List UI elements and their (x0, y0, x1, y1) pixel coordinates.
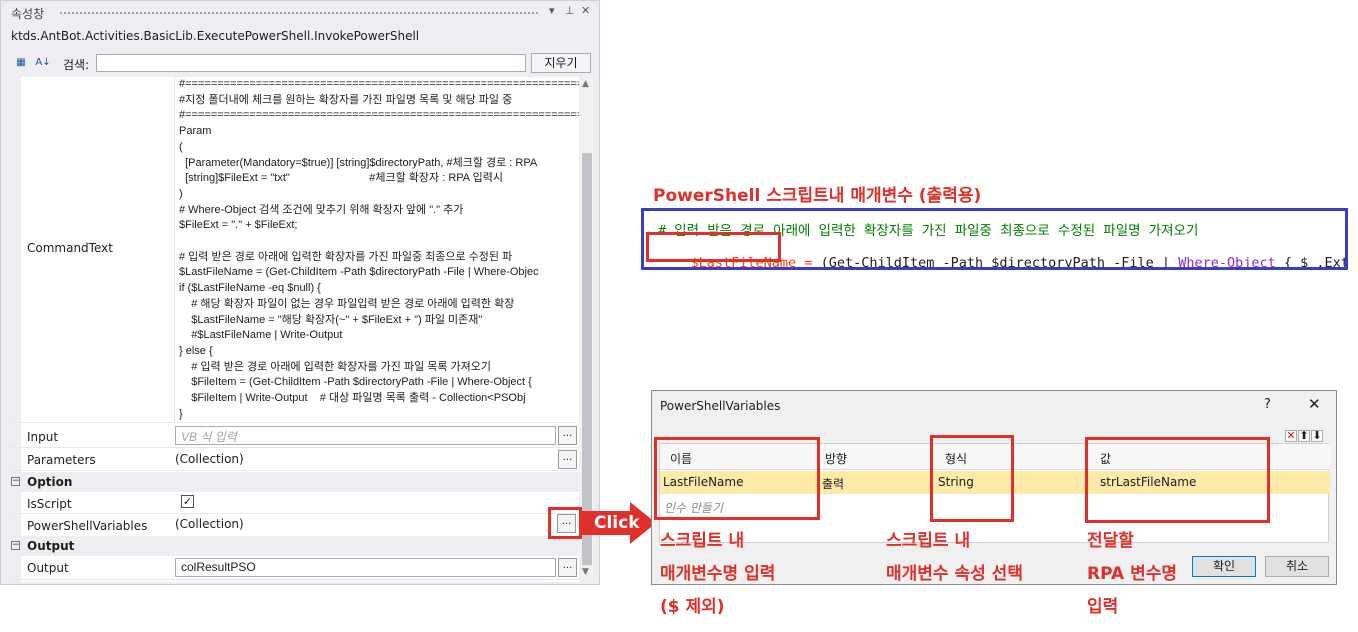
code-line: } else { (179, 344, 213, 357)
search-input[interactable] (96, 54, 526, 72)
cell-direction[interactable]: 출력 (822, 475, 844, 492)
categorized-view-icon[interactable]: ▦ (11, 54, 31, 72)
isscript-checkbox[interactable]: ✓ (181, 495, 194, 508)
property-label-parameters: Parameters (27, 453, 96, 467)
code-line: if ($LastFileName -eq $null) { (179, 282, 321, 295)
alphabetical-sort-icon[interactable]: A↓ (33, 54, 53, 72)
help-icon[interactable]: ? (1264, 397, 1271, 412)
code-line: [Parameter(Mandatory=$true)] [string]$di… (179, 156, 538, 169)
note-value-line2: RPA 변수명 (1087, 564, 1177, 584)
note-value-line3: 입력 (1087, 597, 1119, 617)
code-line: #=======================================… (179, 78, 579, 90)
delete-row-icon[interactable]: ✕ (1285, 430, 1297, 442)
code-line: $LastFileName = (Get-ChildItem -Path $di… (179, 266, 539, 279)
property-row-commandtext: CommandText #===========================… (9, 77, 579, 423)
highlight-box-variable (646, 232, 781, 262)
column-divider (174, 77, 175, 423)
property-label-psvariables: PowerShellVariables (27, 519, 148, 533)
code-line: $FileItem | Write-Output # 대상 파일명 목록 출력 … (179, 392, 526, 405)
code-line: ) (179, 187, 183, 200)
psvariables-value: (Collection) (175, 517, 244, 531)
snippet-code-part: (Get-ChildItem -Path $directoryPath -Fil… (812, 255, 1179, 270)
click-label: Click (594, 513, 640, 533)
note-name-line3: ($ 제외) (660, 597, 725, 617)
highlight-box-value-column (1085, 437, 1270, 523)
code-line: # Where-Object 검색 조건에 맞추기 위해 확장자 앞에 "." … (179, 203, 464, 216)
collapse-icon[interactable]: − (11, 541, 20, 550)
highlight-box-type-column (930, 435, 1014, 522)
input-ellipsis-button[interactable]: ... (558, 426, 577, 445)
panel-title: 속성창 (11, 7, 45, 21)
collapse-icon[interactable]: − (11, 477, 20, 486)
code-line: # 입력 받은 경로 아래에 입력한 확장자를 가진 파일 목록 가져오기 (179, 360, 492, 373)
property-label-isscript: IsScript (27, 497, 72, 511)
code-line: ( (179, 140, 183, 153)
category-output-label: Output (27, 539, 75, 553)
note-type-line2: 매개변수 속성 선택 (886, 564, 1023, 584)
code-line: [string]$FileExt = "txt" #체크할 확장자 : RPA … (179, 172, 503, 185)
scroll-up-icon[interactable]: ▲ (582, 79, 589, 89)
category-option[interactable]: − Option (9, 472, 579, 492)
scroll-down-icon[interactable]: ▼ (582, 567, 589, 577)
note-value-line1: 전달할 (1087, 531, 1134, 551)
property-row-parameters: Parameters (Collection) ... (9, 449, 579, 471)
property-row-isscript: IsScript ✓ (9, 492, 579, 514)
move-up-icon[interactable]: ⬆ (1298, 430, 1310, 442)
command-text-editor[interactable]: #=======================================… (179, 77, 579, 422)
property-label-output: Output (27, 561, 69, 575)
output-ellipsis-button[interactable]: ... (558, 558, 577, 577)
output-field[interactable]: colResultPSO (175, 558, 556, 577)
pin-icon[interactable]: ⊥ (565, 4, 575, 17)
search-label: 검색: (63, 58, 90, 72)
column-header-direction: 방향 (825, 452, 848, 466)
code-line: #=======================================… (179, 109, 579, 122)
note-type-line1: 스크립트 내 (886, 531, 971, 551)
property-label-input: Input (27, 430, 59, 444)
code-line: # 해당 확장자 파일이 없는 경우 파일입력 받은 경로 아래에 입력한 확장 (179, 297, 515, 310)
row-toolbar: ✕ ⬆ ⬇ (1284, 429, 1323, 442)
snippet-where-object: Where-Object (1178, 255, 1276, 270)
property-row-output: Output colResultPSO ... (9, 556, 579, 580)
activity-class-name: ktds.AntBot.Activities.BasicLib.ExecuteP… (11, 29, 420, 43)
category-output[interactable]: − Output (9, 536, 579, 556)
code-line: #$LastFileName | Write-Output (179, 329, 343, 342)
property-row-psvariables: PowerShellVariables (Collection) (9, 514, 579, 538)
code-line: #지정 폴더내에 체크를 원하는 확장자를 가진 파일명 목록 및 해당 파일 … (179, 93, 513, 106)
parameters-ellipsis-button[interactable]: ... (558, 450, 577, 469)
parameters-value: (Collection) (175, 452, 244, 466)
ok-button[interactable]: 확인 (1192, 556, 1256, 577)
property-grid: CommandText #===========================… (9, 77, 579, 582)
clear-button[interactable]: 지우기 (531, 53, 591, 73)
property-label-commandtext: CommandText (27, 241, 113, 255)
code-line: $LastFileName = "해당 확장자(~" + $FileExt + … (179, 313, 483, 326)
dialog-title: PowerShellVariables (660, 399, 781, 413)
code-line: } (179, 407, 183, 420)
category-option-label: Option (27, 475, 73, 489)
property-toolbar: ▦ A↓ 검색: 지우기 (1, 51, 599, 75)
cancel-button[interactable]: 취소 (1265, 556, 1329, 577)
note-name-line1: 스크립트 내 (660, 531, 745, 551)
highlight-box-name-column (654, 437, 820, 520)
dialog-close-icon[interactable]: ✕ (1308, 395, 1321, 413)
code-line: # 입력 받은 경로 아래에 입력한 확장자를 가진 파일중 최종으로 수정된 … (179, 250, 513, 263)
titlebar-grip[interactable] (59, 11, 539, 16)
property-row-input: Input VB 식 입력 ... (9, 424, 579, 448)
code-line: $FileExt = "." + $FileExt; (179, 219, 298, 232)
input-field[interactable]: VB 식 입력 (175, 426, 556, 445)
psvariables-ellipsis-button[interactable]: ... (557, 514, 576, 533)
code-line: Param (179, 125, 212, 138)
properties-panel: 속성창 ▾ ⊥ ✕ ktds.AntBot.Activities.BasicLi… (0, 0, 600, 585)
panel-titlebar: 속성창 ▾ ⊥ ✕ (1, 1, 599, 23)
close-icon[interactable]: ✕ (581, 4, 590, 17)
note-name-line2: 매개변수명 입력 (660, 564, 776, 584)
annotation-title: PowerShell 스크립트내 매개변수 (출력용) (653, 186, 982, 206)
move-down-icon[interactable]: ⬇ (1311, 430, 1323, 442)
dropdown-arrow-icon[interactable]: ▾ (549, 4, 555, 17)
snippet-code-tail: { $_.Extension (1283, 255, 1348, 270)
code-line: $FileItem = (Get-ChildItem -Path $direct… (179, 376, 532, 389)
